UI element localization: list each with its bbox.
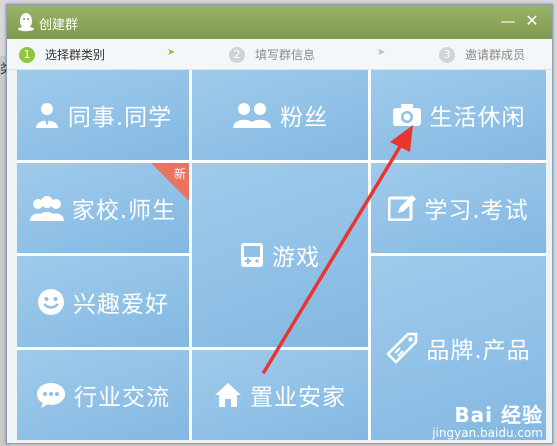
step-label: 填写群信息 xyxy=(255,48,316,62)
tile-hobbies[interactable]: 兴趣爱好 xyxy=(17,256,189,347)
step-3: 3 邀请群成员 xyxy=(439,46,525,63)
camera-icon xyxy=(392,103,422,127)
step-1: 1 选择群类别 xyxy=(19,46,105,63)
tile-label: 生活休闲 xyxy=(429,105,526,131)
tile-label: 行业交流 xyxy=(74,385,170,411)
tile-label: 粉丝 xyxy=(280,105,328,131)
category-grid: 同事.同学 粉丝 生活休闲 家校.师生 新 游戏 学习.考试 兴趣爱好 品牌.产… xyxy=(17,70,546,440)
step-number: 1 xyxy=(19,46,35,63)
step-2: 2 填写群信息 xyxy=(229,46,315,63)
group-icon xyxy=(29,195,64,221)
edit-icon xyxy=(388,195,417,221)
create-group-window: 创建群 — ✕ 1 选择群类别 ➤ 2 填写群信息 ➤ 3 邀请群成员 同事.同… xyxy=(6,4,553,444)
window-title: 创建群 xyxy=(39,18,79,33)
home-icon xyxy=(214,382,242,408)
tile-games[interactable]: 游戏 xyxy=(192,163,368,347)
tile-label: 游戏 xyxy=(272,245,320,271)
step-number: 3 xyxy=(439,46,455,63)
step-arrow-icon: ➤ xyxy=(167,47,176,58)
tile-label: 同事.同学 xyxy=(67,105,173,131)
step-number: 2 xyxy=(229,46,245,63)
gamepad-icon xyxy=(240,242,264,268)
tile-fans[interactable]: 粉丝 xyxy=(192,70,368,160)
watermark-url: jingyan.baidu.com xyxy=(432,426,543,440)
person-icon xyxy=(34,101,60,129)
tile-label: 兴趣爱好 xyxy=(73,291,169,318)
qq-penguin-icon xyxy=(18,13,34,32)
tile-real-estate[interactable]: 置业安家 xyxy=(192,350,368,440)
step-label: 邀请群成员 xyxy=(465,48,526,62)
step-arrow-icon: ➤ xyxy=(377,47,386,58)
tile-label: 学习.考试 xyxy=(424,198,529,224)
tile-study-exam[interactable]: 学习.考试 xyxy=(371,163,546,253)
baidu-jingyan-logo: Bai 经验 xyxy=(454,403,543,427)
tile-label: 置业安家 xyxy=(250,385,346,411)
tile-colleagues[interactable]: 同事.同学 xyxy=(17,70,189,160)
title-bar[interactable]: 创建群 — ✕ xyxy=(7,5,552,39)
new-badge-label: 新 xyxy=(173,167,186,181)
watermark: Bai 经验 jingyan.baidu.com xyxy=(432,399,543,440)
tile-label: 品牌.产品 xyxy=(426,338,531,364)
tile-life-leisure[interactable]: 生活休闲 xyxy=(371,70,546,160)
tag-icon xyxy=(386,332,418,364)
minimize-button[interactable]: — xyxy=(498,11,518,31)
step-indicator: 1 选择群类别 ➤ 2 填写群信息 ➤ 3 邀请群成员 xyxy=(7,39,552,70)
people-icon xyxy=(232,102,272,128)
close-button[interactable]: ✕ xyxy=(522,11,542,31)
tile-industry-exchange[interactable]: 行业交流 xyxy=(17,350,189,440)
tile-school-teachers[interactable]: 家校.师生 新 xyxy=(17,163,189,253)
step-label: 选择群类别 xyxy=(45,48,106,62)
smile-icon xyxy=(37,288,65,316)
chat-icon xyxy=(36,382,66,408)
